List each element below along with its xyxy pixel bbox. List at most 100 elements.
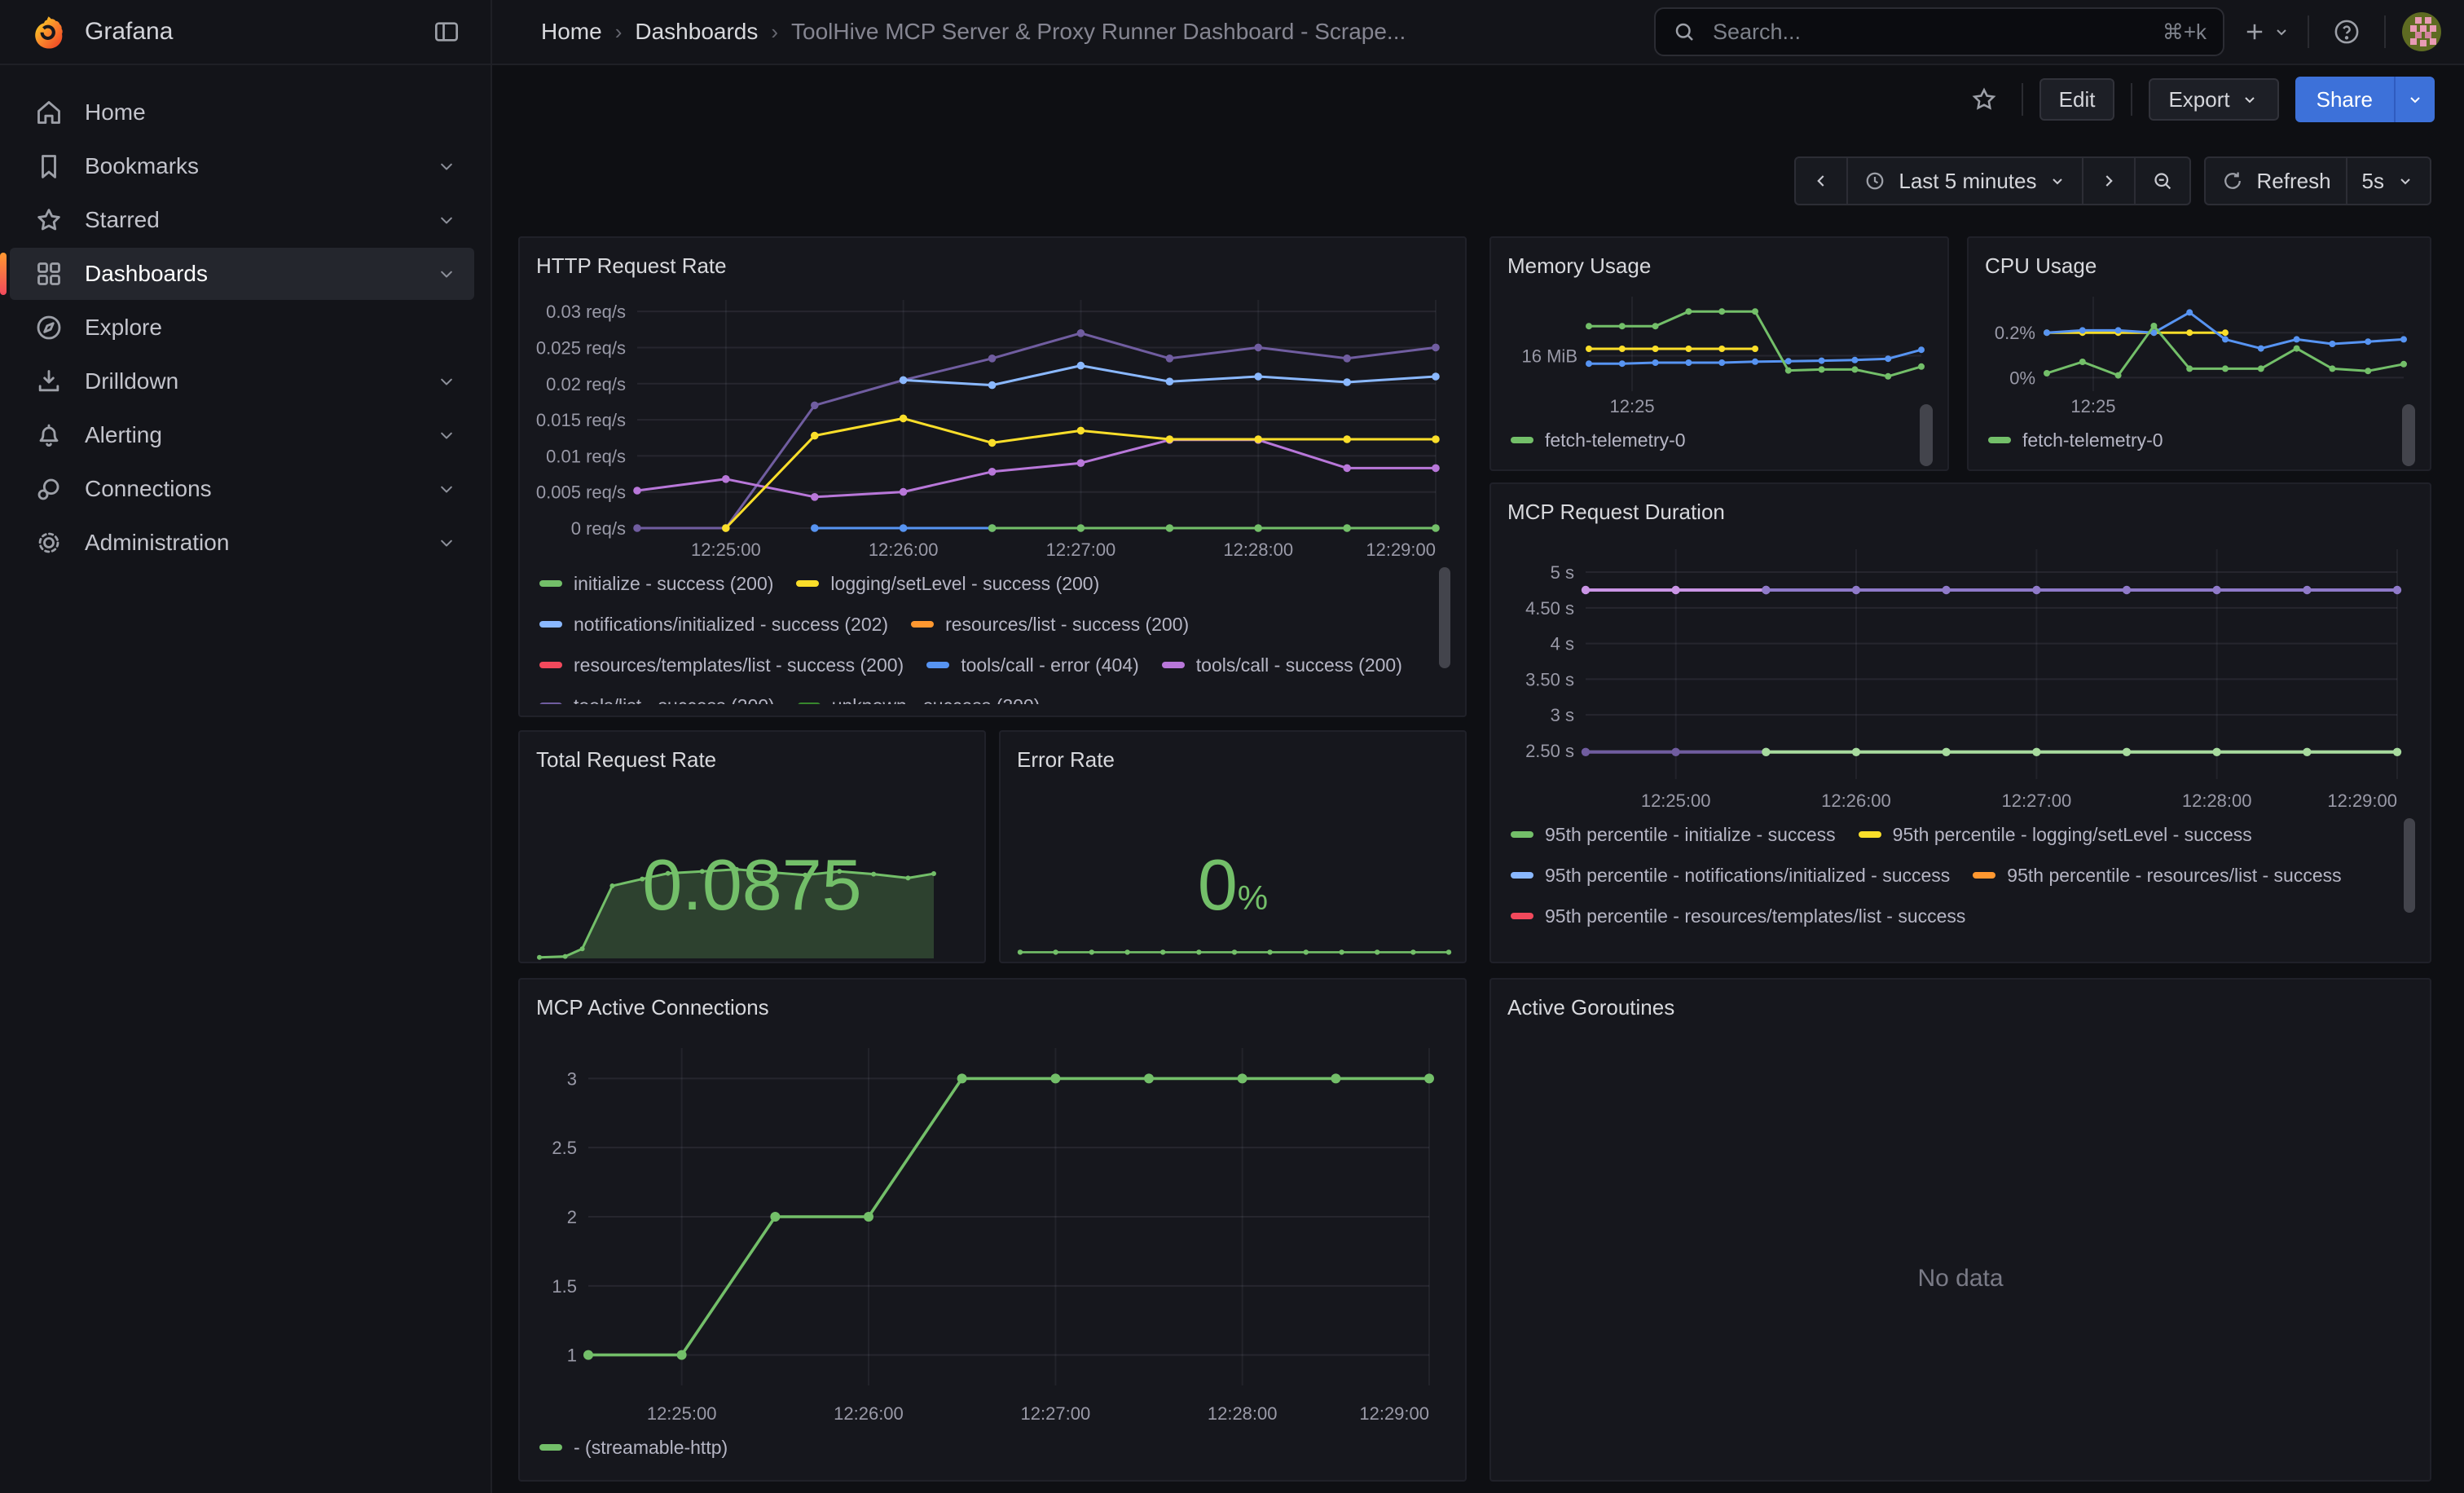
breadcrumb-item[interactable]: Dashboards xyxy=(635,19,758,45)
legend-item[interactable]: fetch-telemetry-0 xyxy=(1988,424,2163,456)
gear-icon xyxy=(33,526,65,559)
legend-item[interactable]: tools/list - success (200) xyxy=(539,689,775,704)
divider xyxy=(2384,15,2386,48)
panel-title[interactable]: HTTP Request Rate xyxy=(533,251,1452,284)
sidebar-item-bookmarks[interactable]: Bookmarks xyxy=(10,140,474,192)
legend-swatch xyxy=(911,621,934,628)
legend-item[interactable]: notifications/initialized - success (202… xyxy=(539,608,888,641)
time-shift-forward-button[interactable] xyxy=(2083,158,2136,204)
zoom-out-button[interactable] xyxy=(2136,158,2189,204)
legend-item[interactable]: resources/list - success (200) xyxy=(911,608,1189,641)
sidebar-item-explore[interactable]: Explore xyxy=(10,302,474,354)
brand-label: Grafana xyxy=(85,18,409,46)
legend-item[interactable]: fetch-telemetry-0 xyxy=(1511,424,1686,456)
export-button[interactable]: Export xyxy=(2149,78,2278,121)
edit-button[interactable]: Edit xyxy=(2039,78,2115,121)
legend-scrollbar[interactable] xyxy=(1439,567,1450,668)
legend-item[interactable]: initialize - success (200) xyxy=(539,567,773,600)
time-shift-back-button[interactable] xyxy=(1796,158,1848,204)
svg-text:12:25:00: 12:25:00 xyxy=(1641,791,1711,811)
legend-scrollbar[interactable] xyxy=(2404,818,2415,913)
panel-title[interactable]: Memory Usage xyxy=(1504,251,1934,284)
sidebar-item-connections[interactable]: Connections xyxy=(10,463,474,515)
panel-title[interactable]: Total Request Rate xyxy=(533,745,971,777)
refresh-button[interactable]: Refresh xyxy=(2206,158,2347,204)
svg-text:12:25: 12:25 xyxy=(2070,396,2115,416)
breadcrumb-separator-icon: › xyxy=(615,20,623,45)
svg-text:12:28:00: 12:28:00 xyxy=(2182,791,2252,811)
sidebar-item-label: Alerting xyxy=(85,422,435,448)
divider xyxy=(2022,83,2023,116)
grafana-logo-icon[interactable] xyxy=(26,11,68,53)
legend-swatch xyxy=(1973,872,1995,879)
legend-item[interactable]: tools/call - error (404) xyxy=(926,649,1139,681)
svg-text:2.5: 2.5 xyxy=(552,1138,577,1158)
sidebar-item-home[interactable]: Home xyxy=(10,86,474,139)
chevron-down-icon[interactable] xyxy=(435,531,458,554)
favorite-star-icon[interactable] xyxy=(1963,78,2005,121)
sidebar-item-dashboards[interactable]: Dashboards xyxy=(10,248,474,300)
sidebar-item-alerting[interactable]: Alerting xyxy=(10,409,474,461)
chevron-down-icon[interactable] xyxy=(435,209,458,231)
sidebar-item-starred[interactable]: Starred xyxy=(10,194,474,246)
panel-mcp-active-connections: MCP Active Connections 12:25:0012:26:001… xyxy=(518,978,1467,1482)
chevron-down-icon[interactable] xyxy=(435,155,458,178)
panel-http-request-rate: HTTP Request Rate 12:25:0012:26:0012:27:… xyxy=(518,236,1467,717)
legend-item[interactable]: 95th percentile - resources/list - succe… xyxy=(1973,859,2341,892)
panel-memory-usage: Memory Usage 12:2516 MiB fetch-telemetry… xyxy=(1489,236,1949,471)
link-icon xyxy=(33,473,65,505)
clock-icon xyxy=(1863,169,1887,193)
total-request-rate-value: 0.0875 xyxy=(520,849,984,921)
panel-title[interactable]: MCP Active Connections xyxy=(533,993,1452,1025)
panel-mcp-request-duration: MCP Request Duration 12:25:0012:26:0012:… xyxy=(1489,482,2431,963)
chevron-down-icon[interactable] xyxy=(435,262,458,285)
legend-item[interactable]: logging/setLevel - success (200) xyxy=(796,567,1099,600)
legend-swatch xyxy=(539,621,562,628)
legend-item[interactable]: tools/call - success (200) xyxy=(1162,649,1402,681)
legend-item[interactable]: 95th percentile - initialize - success xyxy=(1511,818,1836,851)
svg-text:16 MiB: 16 MiB xyxy=(1522,346,1577,367)
legend-item[interactable]: - (streamable-http) xyxy=(539,1431,728,1464)
legend-scrollbar[interactable] xyxy=(2402,404,2415,466)
dock-menu-icon[interactable] xyxy=(425,11,468,53)
legend-item[interactable]: 95th percentile - notifications/initiali… xyxy=(1511,859,1950,892)
svg-text:2.50 s: 2.50 s xyxy=(1525,741,1574,761)
grafana-app: Grafana Home›Dashboards›ToolHive MCP Ser… xyxy=(0,0,2464,1493)
share-menu-caret[interactable] xyxy=(2394,77,2435,122)
avatar[interactable] xyxy=(2402,12,2441,51)
sidebar-item-drilldown[interactable]: Drilldown xyxy=(10,355,474,407)
legend-item[interactable]: unknown - success (200) xyxy=(798,689,1041,704)
refresh-interval-picker[interactable]: 5s xyxy=(2347,158,2430,204)
help-icon[interactable] xyxy=(2325,11,2368,53)
svg-text:12:29:00: 12:29:00 xyxy=(1359,1403,1429,1424)
legend-item[interactable]: resources/templates/list - success (200) xyxy=(539,649,904,681)
new-button[interactable] xyxy=(2241,18,2291,46)
search-input[interactable]: ⌘+k xyxy=(1654,7,2224,56)
no-data-message: No data xyxy=(1491,1265,2430,1293)
legend-scrollbar[interactable] xyxy=(1920,404,1933,466)
brand-area: Grafana xyxy=(0,0,492,64)
chevron-down-icon[interactable] xyxy=(435,370,458,393)
sidebar-item-label: Bookmarks xyxy=(85,153,435,179)
search-shortcut: ⌘+k xyxy=(2163,20,2207,45)
panel-title[interactable]: CPU Usage xyxy=(1982,251,2417,284)
search-field[interactable] xyxy=(1709,18,2149,46)
legend-item[interactable]: 95th percentile - resources/templates/li… xyxy=(1511,900,1965,932)
compass-icon xyxy=(33,311,65,344)
bell-icon xyxy=(33,419,65,451)
share-button[interactable]: Share xyxy=(2295,77,2394,122)
panel-title[interactable]: Active Goroutines xyxy=(1504,993,2417,1025)
time-range-picker[interactable]: Last 5 minutes xyxy=(1848,158,2083,204)
svg-text:0.02 req/s: 0.02 req/s xyxy=(546,374,626,394)
svg-text:0.2%: 0.2% xyxy=(1995,323,2035,343)
svg-text:0.01 req/s: 0.01 req/s xyxy=(546,446,626,466)
panel-title[interactable]: Error Rate xyxy=(1014,745,1452,777)
svg-text:12:28:00: 12:28:00 xyxy=(1223,540,1293,560)
legend-item[interactable]: 95th percentile - logging/setLevel - suc… xyxy=(1859,818,2252,851)
refresh-icon xyxy=(2220,169,2245,193)
panel-title[interactable]: MCP Request Duration xyxy=(1504,497,2417,530)
chevron-down-icon[interactable] xyxy=(435,478,458,500)
chevron-down-icon[interactable] xyxy=(435,424,458,447)
sidebar-item-administration[interactable]: Administration xyxy=(10,517,474,569)
breadcrumb-item[interactable]: Home xyxy=(541,19,602,45)
